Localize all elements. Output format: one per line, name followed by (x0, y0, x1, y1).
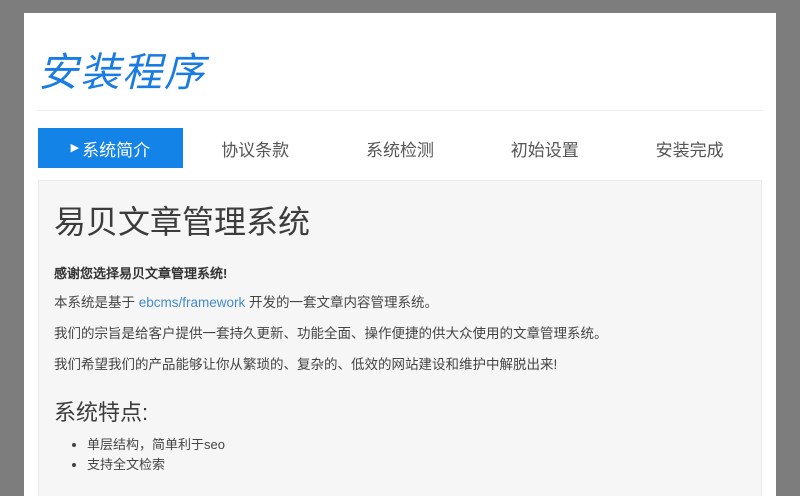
thanks-text: 感谢您选择易贝文章管理系统! (54, 263, 746, 282)
purpose-paragraph: 我们的宗旨是给客户提供一套持久更新、功能全面、操作便捷的供大众使用的文章管理系统… (54, 325, 746, 344)
intro-prefix: 本系统是基于 (54, 295, 139, 310)
wizard-steps: ▶ 系统简介 协议条款 系统检测 初始设置 安装完成 (38, 128, 762, 168)
tab-initial-setup[interactable]: 初始设置 (472, 128, 617, 168)
tab-label: 系统检测 (366, 136, 434, 161)
tab-label: 初始设置 (511, 136, 579, 161)
intro-paragraph: 本系统是基于 ebcms/framework 开发的一套文章内容管理系统。 (54, 294, 746, 313)
framework-link[interactable]: ebcms/framework (139, 295, 246, 310)
tab-system-check[interactable]: 系统检测 (328, 128, 473, 168)
features-heading: 系统特点: (54, 395, 746, 427)
installer-page: 安装程序 ▶ 系统简介 协议条款 系统检测 初始设置 安装完成 易贝文章管理系统… (24, 13, 776, 496)
intro-suffix: 开发的一套文章内容管理系统。 (245, 295, 438, 310)
tab-label: 协议条款 (221, 136, 289, 161)
header-divider (38, 110, 762, 111)
tab-agreement[interactable]: 协议条款 (183, 128, 328, 168)
tab-label: 系统简介 (82, 136, 150, 161)
list-item: 单层结构，简单利于seo (87, 435, 746, 456)
tab-system-intro[interactable]: ▶ 系统简介 (38, 128, 183, 168)
tab-label: 安装完成 (656, 136, 724, 161)
page-title: 安装程序 (38, 49, 762, 97)
tab-install-complete[interactable]: 安装完成 (617, 128, 762, 168)
features-list: 单层结构，简单利于seo 支持全文检索 (54, 435, 746, 477)
list-item: 支持全文检索 (87, 455, 746, 476)
caret-right-icon: ▶ (71, 143, 79, 154)
system-title: 易贝文章管理系统 (54, 197, 746, 243)
hope-paragraph: 我们希望我们的产品能够让你从繁琐的、复杂的、低效的网站建设和维护中解脱出来! (54, 356, 746, 375)
content-panel: 易贝文章管理系统 感谢您选择易贝文章管理系统! 本系统是基于 ebcms/fra… (38, 180, 762, 496)
